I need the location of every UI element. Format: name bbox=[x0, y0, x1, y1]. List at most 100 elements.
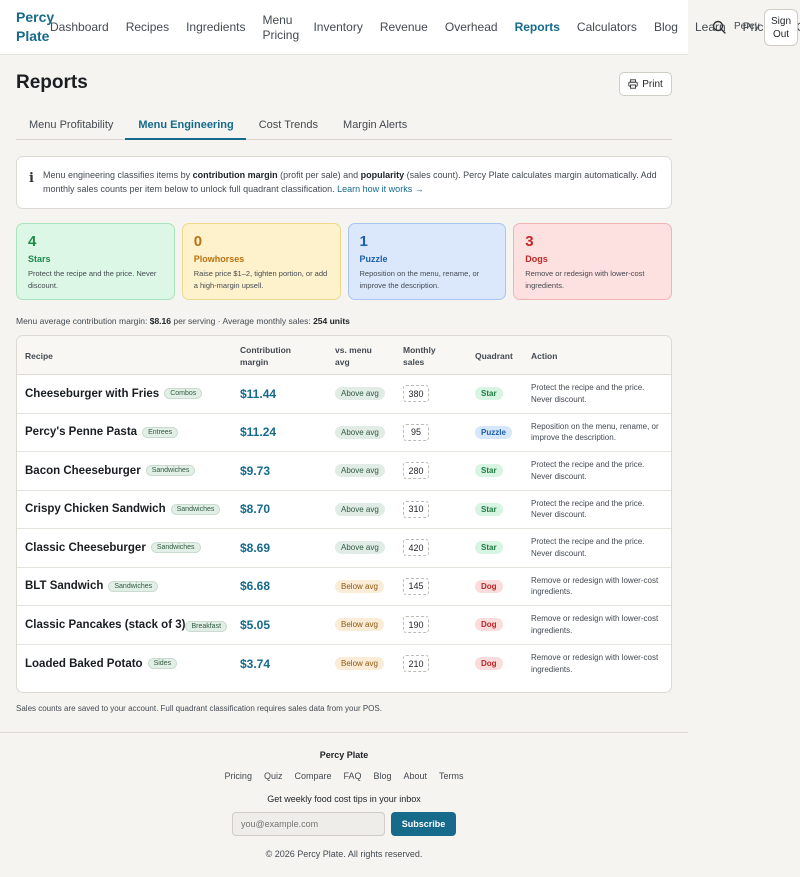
avg-margin-value: $8.16 bbox=[149, 316, 171, 326]
recipe-name[interactable]: Crispy Chicken Sandwich bbox=[25, 503, 166, 515]
nav-link-recipes[interactable]: Recipes bbox=[126, 20, 169, 35]
nav-link-inventory[interactable]: Inventory bbox=[313, 20, 362, 35]
contribution-margin: $9.73 bbox=[240, 463, 271, 478]
vs-avg-cell: Below avg bbox=[335, 568, 384, 606]
quadrant-name: Stars bbox=[28, 254, 51, 264]
contribution-margin: $6.68 bbox=[240, 579, 271, 594]
column-header: Contribution margin bbox=[240, 345, 291, 367]
nav-link-reports[interactable]: Reports bbox=[515, 20, 560, 35]
quadrant-cell: Star bbox=[475, 375, 503, 413]
nav-link-revenue[interactable]: Revenue bbox=[380, 20, 428, 35]
learn-more-link[interactable]: Learn how it works → bbox=[337, 184, 424, 194]
nav-link-overhead[interactable]: Overhead bbox=[445, 20, 498, 35]
quadrant-card-plowhorses: 0 Plowhorses Raise price $1–2, tighten por… bbox=[181, 223, 341, 300]
quadrant-count: 3 bbox=[525, 233, 534, 250]
quadrant-badge: Puzzle bbox=[475, 425, 512, 439]
footer-link-blog[interactable]: Blog bbox=[374, 771, 392, 781]
vs-avg-badge: Above avg bbox=[335, 425, 385, 439]
quadrant-count: 1 bbox=[359, 233, 368, 250]
nav-link-calculators[interactable]: Calculators bbox=[577, 20, 637, 35]
nav-links: Dashboard Recipes Ingredients Menu Pricing I… bbox=[50, 0, 800, 55]
recipe-cell: Bacon Cheeseburger Sandwiches bbox=[25, 452, 230, 490]
info-icon: i bbox=[29, 171, 34, 186]
monthly-sales-input[interactable]: 310 bbox=[403, 500, 429, 518]
vs-avg-badge: Above avg bbox=[335, 464, 385, 478]
top-nav: Percy Plate Dashboard Recipes Ingredients M… bbox=[0, 0, 800, 55]
footer-link-about[interactable]: About bbox=[404, 771, 428, 781]
sales-cell: 420 bbox=[403, 529, 429, 567]
monthly-sales-input[interactable]: 380 bbox=[403, 385, 429, 403]
vs-avg-badge: Below avg bbox=[335, 579, 384, 593]
vs-avg-badge: Above avg bbox=[335, 541, 385, 555]
tab-margin-alerts[interactable]: Margin Alerts bbox=[330, 111, 419, 140]
newsletter-email-input[interactable] bbox=[232, 812, 385, 836]
subscribe-button[interactable]: Subscribe bbox=[391, 812, 456, 836]
quadrant-description: Reposition on the menu, rename, or impro… bbox=[359, 269, 480, 290]
tab-cost-trends[interactable]: Cost Trends bbox=[246, 111, 330, 140]
vs-avg-cell: Above avg bbox=[335, 452, 385, 490]
sales-cell: 380 bbox=[403, 375, 429, 413]
footer-link-quiz[interactable]: Quiz bbox=[264, 771, 283, 781]
vs-avg-badge: Above avg bbox=[335, 502, 385, 516]
monthly-sales-input[interactable]: 145 bbox=[403, 577, 429, 595]
action-cell: Protect the recipe and the price. Never … bbox=[531, 491, 667, 529]
recipe-name[interactable]: Loaded Baked Potato bbox=[25, 658, 143, 670]
footer-link-pricing[interactable]: Pricing bbox=[224, 771, 252, 781]
nav-link-dashboard[interactable]: Dashboard bbox=[50, 20, 109, 35]
printer-icon bbox=[628, 79, 638, 89]
info-text-part: Menu engineering classifies items by bbox=[43, 170, 193, 180]
recipe-name[interactable]: Bacon Cheeseburger bbox=[25, 465, 141, 477]
recipe-name[interactable]: BLT Sandwich bbox=[25, 580, 103, 592]
contribution-margin: $11.44 bbox=[240, 386, 277, 401]
table-row: Percy's Penne Pasta Entrees $11.24 Above av… bbox=[17, 414, 671, 452]
recipe-name[interactable]: Percy's Penne Pasta bbox=[25, 426, 137, 438]
footer-links: Pricing Quiz Compare FAQ Blog About Terms bbox=[0, 771, 688, 781]
user-name[interactable]: Percy bbox=[734, 21, 760, 32]
table-row: Crispy Chicken Sandwich Sandwiches $8.70 Ab… bbox=[17, 491, 671, 529]
footer-link-terms[interactable]: Terms bbox=[439, 771, 464, 781]
copyright: © 2026 Percy Plate. All rights reserved. bbox=[265, 849, 423, 859]
action-cell: Protect the recipe and the price. Never … bbox=[531, 375, 667, 413]
nav-link-ingredients[interactable]: Ingredients bbox=[186, 20, 245, 35]
category-badge: Sandwiches bbox=[145, 465, 196, 477]
category-badge: Entrees bbox=[142, 426, 179, 438]
recipe-name[interactable]: Cheeseburger with Fries bbox=[25, 388, 159, 400]
monthly-sales-input[interactable]: 190 bbox=[403, 616, 429, 634]
print-label: Print bbox=[642, 78, 663, 90]
nav-link-menu-pricing[interactable]: Menu Pricing bbox=[262, 13, 299, 43]
category-badge: Combos bbox=[164, 388, 203, 400]
action-text: Remove or redesign with lower-cost ingre… bbox=[531, 575, 659, 597]
action-text: Protect the recipe and the price. Never … bbox=[531, 498, 645, 520]
monthly-sales-input[interactable]: 95 bbox=[403, 423, 429, 441]
contribution-margin: $5.05 bbox=[240, 617, 271, 632]
table-row: Loaded Baked Potato Sides $3.74 Below avg 21… bbox=[17, 645, 671, 684]
monthly-sales-input[interactable]: 210 bbox=[403, 655, 429, 673]
quadrant-cards: 4 Stars Protect the recipe and the price. … bbox=[16, 223, 672, 300]
search-icon[interactable] bbox=[712, 20, 726, 34]
recipe-cell: Percy's Penne Pasta Entrees bbox=[25, 414, 230, 452]
footer-link-compare[interactable]: Compare bbox=[294, 771, 331, 781]
monthly-sales-input[interactable]: 420 bbox=[403, 539, 429, 557]
sales-cell: 280 bbox=[403, 452, 429, 490]
tab-menu-engineering[interactable]: Menu Engineering bbox=[125, 111, 246, 140]
recipe-name[interactable]: Classic Pancakes (stack of 3) bbox=[25, 619, 185, 631]
recipe-cell: Cheeseburger with Fries Combos bbox=[25, 375, 230, 413]
contribution-margin: $11.24 bbox=[240, 425, 277, 440]
margin-cell: $6.68 bbox=[240, 568, 270, 606]
contribution-margin: $3.74 bbox=[240, 656, 271, 671]
recipe-name[interactable]: Classic Cheeseburger bbox=[25, 542, 146, 554]
quadrant-card-dogs: 3 Dogs Remove or redesign with lower-cost … bbox=[513, 223, 672, 300]
sales-cell: 210 bbox=[403, 645, 429, 684]
sign-out-button[interactable]: Sign Out bbox=[764, 9, 798, 46]
recipe-cell: Loaded Baked Potato Sides bbox=[25, 645, 230, 684]
vs-avg-cell: Below avg bbox=[335, 606, 384, 644]
footer-link-faq[interactable]: FAQ bbox=[343, 771, 361, 781]
quadrant-badge: Star bbox=[475, 541, 503, 555]
nav-link-blog[interactable]: Blog bbox=[654, 20, 678, 35]
tab-menu-profitability[interactable]: Menu Profitability bbox=[16, 111, 125, 140]
column-header: Action bbox=[531, 351, 558, 361]
action-text: Protect the recipe and the price. Never … bbox=[531, 460, 645, 481]
print-button[interactable]: Print bbox=[619, 72, 672, 96]
quadrant-card-puzzle: 1 Puzzle Reposition on the menu, rename, o… bbox=[347, 223, 507, 300]
monthly-sales-input[interactable]: 280 bbox=[403, 462, 429, 480]
